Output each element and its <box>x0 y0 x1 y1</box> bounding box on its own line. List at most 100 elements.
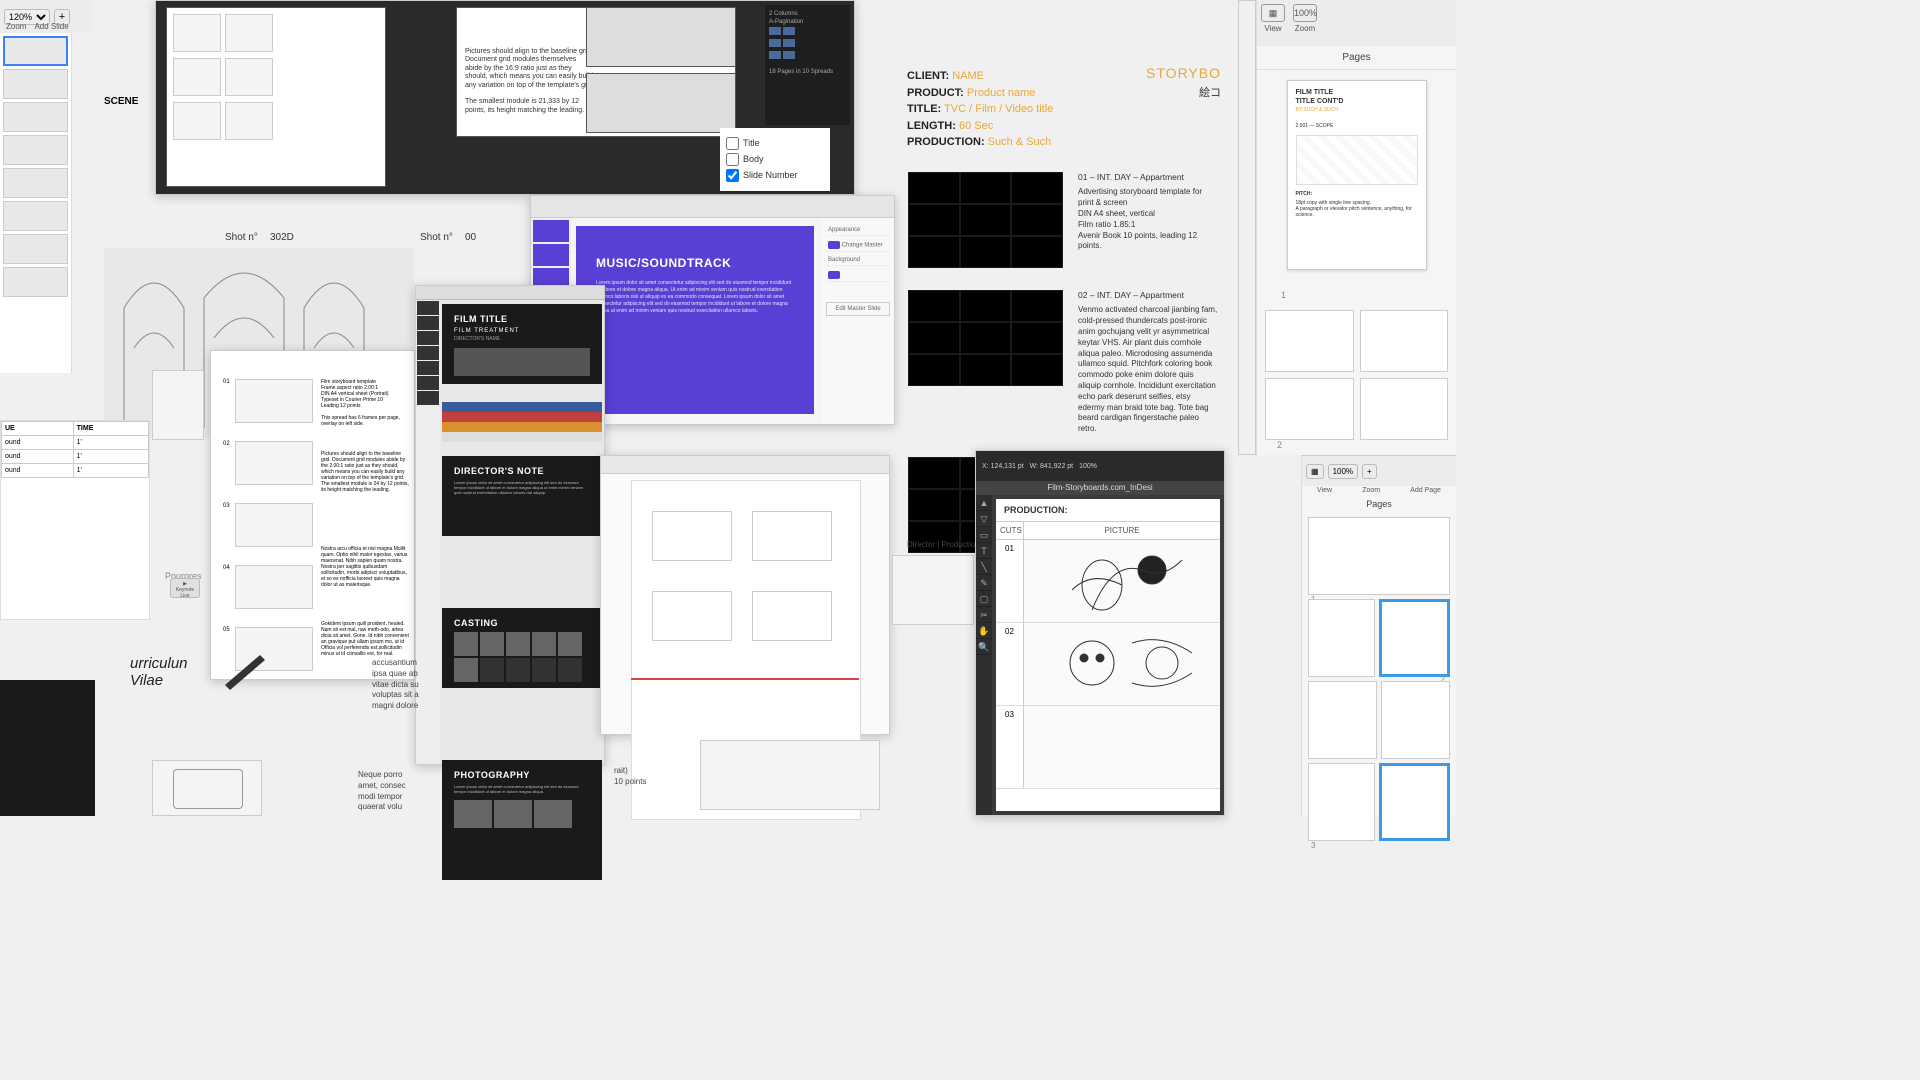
dark-slide-thumb <box>0 680 95 816</box>
edit-master-button[interactable]: Edit Master Slide <box>826 302 890 316</box>
indesign-storyboard-window: X: 124,131 pt W: 841,922 pt 100% Film-St… <box>975 450 1225 816</box>
selection-tool[interactable]: ▲ <box>976 495 992 511</box>
page-thumb[interactable]: 3 <box>1308 763 1375 841</box>
slide-thumb[interactable] <box>3 234 68 264</box>
slidenumber-checkbox[interactable]: Slide Number <box>726 169 824 182</box>
pages-window <box>600 455 890 735</box>
slide-thumb[interactable] <box>3 135 68 165</box>
type-tool[interactable]: T <box>976 543 992 559</box>
page-thumb[interactable] <box>1308 599 1375 677</box>
frame-04 <box>235 565 313 609</box>
zoom-button[interactable]: 100% <box>1328 464 1358 479</box>
inspector-panel: Appearance Change Master Background Edit… <box>822 218 894 424</box>
scissors-tool[interactable]: ✂ <box>976 607 992 623</box>
title-slide[interactable]: FILM TITLE FILM TREATMENT DIRECTOR'S NAM… <box>442 304 602 384</box>
scene-frame-01 <box>908 172 1063 268</box>
pen-tool[interactable]: ✎ <box>976 575 992 591</box>
add-page-button[interactable]: + <box>1362 464 1377 479</box>
page-thumb-2[interactable] <box>1265 310 1354 372</box>
keynote-film-treatment: FILM TITLE FILM TREATMENT DIRECTOR'S NAM… <box>415 285 605 765</box>
cue-time-table: UETIME ound1' ound1' ound1' <box>0 420 150 620</box>
slide-thumb[interactable] <box>3 102 68 132</box>
keynote-live-badge[interactable]: ▶Keynote Live <box>170 578 200 598</box>
keynote-toolbar <box>531 196 894 218</box>
thumb[interactable] <box>417 301 439 315</box>
storyboard-page-numbered: 01 02 03 04 05 Film storyboard template … <box>210 350 415 680</box>
slide-thumb[interactable] <box>3 36 68 66</box>
figure-sketch <box>152 370 204 440</box>
page-tool[interactable]: ▭ <box>976 527 992 543</box>
slide-thumb[interactable] <box>3 168 68 198</box>
lorem-text-1: accusantium ipsa quae ab vitae dicta su … <box>372 658 422 712</box>
view-button[interactable]: ▦View <box>1261 4 1285 33</box>
scene-frame-02 <box>908 290 1063 386</box>
frame-03 <box>235 503 313 547</box>
color-strip <box>442 402 602 442</box>
landscape-sketch <box>700 740 880 810</box>
page-thumb-4[interactable] <box>1265 378 1354 440</box>
frame-01 <box>235 379 313 423</box>
casting-slide[interactable]: CASTING <box>442 608 602 688</box>
control-bar: X: 124,131 pt W: 841,922 pt 100% <box>976 451 1224 481</box>
frame-02 <box>235 441 313 485</box>
title-checkbox[interactable]: Title <box>726 137 824 150</box>
curriculum-vitae: urriculunVilae <box>130 655 260 689</box>
vertical-ruler <box>1238 0 1256 455</box>
lorem-text-2: Neque porro amet, consec modi tempor qua… <box>358 770 418 813</box>
storyboard-art-01 <box>1024 540 1220 622</box>
directors-note-slide[interactable]: DIRECTOR'S NOTE Lorem ipsum dolor sit am… <box>442 456 602 536</box>
direct-select-tool[interactable]: ▽ <box>976 511 992 527</box>
fountain-pen-icon <box>220 650 270 690</box>
page-thumb[interactable]: 1 <box>1308 517 1450 595</box>
lorem-text-3: rait) 10 points <box>614 766 664 788</box>
page-thumb-5[interactable] <box>1360 378 1449 440</box>
slide-options-panel: Title Body Slide Number <box>720 128 830 191</box>
body-checkbox[interactable]: Body <box>726 153 824 166</box>
sketch-thumb <box>173 102 221 140</box>
thumb[interactable] <box>533 244 569 266</box>
sketch-thumb <box>173 58 221 96</box>
line-tool[interactable]: ╲ <box>976 559 992 575</box>
photography-slide[interactable]: PHOTOGRAPHY Lorem ipsum dolor sit amet c… <box>442 760 602 880</box>
document-page[interactable]: PRODUCTION: CUTSPICTURE 01 02 03 <box>996 499 1220 811</box>
slide-canvas[interactable]: MUSIC/SOUNDTRACK Lorem ipsum dolor sit a… <box>576 226 814 414</box>
zoom-tool[interactable]: 🔍 <box>976 639 992 655</box>
sketch-thumb <box>225 58 273 96</box>
page-thumb[interactable] <box>1381 681 1450 759</box>
page-thumb-3[interactable] <box>1360 310 1449 372</box>
battle-sketch <box>586 7 736 67</box>
shot-label-2: Shot n° 00 <box>420 232 476 243</box>
battle-sketch <box>586 73 736 133</box>
page-thumb-selected[interactable] <box>1379 763 1450 841</box>
sketch-frame <box>652 511 732 561</box>
pages-panel-right: ▦View 100%Zoom Pages FILM TITLE TITLE CO… <box>1256 0 1456 455</box>
page-thumb-1[interactable]: FILM TITLE TITLE CONT'D BY SUCH & SUCH 2… <box>1287 80 1427 270</box>
page-thumb-selected[interactable]: 2 <box>1379 599 1450 677</box>
sketch-frame <box>752 591 832 641</box>
template-description: Pictures should align to the baseline gr… <box>465 48 595 115</box>
toolbar-labels: ZoomAdd Slide <box>0 22 92 31</box>
slide-thumb[interactable] <box>3 69 68 99</box>
slide-thumb[interactable] <box>3 201 68 231</box>
storyboard-heading: STORYBO <box>1146 65 1221 81</box>
red-guide <box>631 678 859 680</box>
toolbox: ▲ ▽ ▭ T ╲ ✎ ▢ ✂ ✋ 🔍 <box>976 495 992 815</box>
sketch-frame <box>752 511 832 561</box>
zoom-button[interactable]: 100%Zoom <box>1293 4 1317 33</box>
storyboard-art-02 <box>1024 623 1220 705</box>
pages-panel-lower-right: ▦ 100% + ViewZoomAdd Page Pages 1 2 3 <box>1301 455 1456 816</box>
view-button[interactable]: ▦ <box>1306 464 1324 479</box>
sketch-frame <box>652 591 732 641</box>
scene-label: SCENE <box>104 96 138 107</box>
page-thumb[interactable] <box>1308 681 1377 759</box>
sketch-thumb <box>225 102 273 140</box>
rectangle-tool[interactable]: ▢ <box>976 591 992 607</box>
client-info-block: CLIENT: NAME PRODUCT: Product name TITLE… <box>907 68 1157 151</box>
hand-tool[interactable]: ✋ <box>976 623 992 639</box>
sketch-thumb <box>173 14 221 52</box>
slide-thumb[interactable] <box>3 267 68 297</box>
sketch-thumb <box>225 14 273 52</box>
pages-header: Pages <box>1257 46 1456 70</box>
thumb[interactable] <box>533 220 569 242</box>
slide-navigator <box>0 33 72 373</box>
